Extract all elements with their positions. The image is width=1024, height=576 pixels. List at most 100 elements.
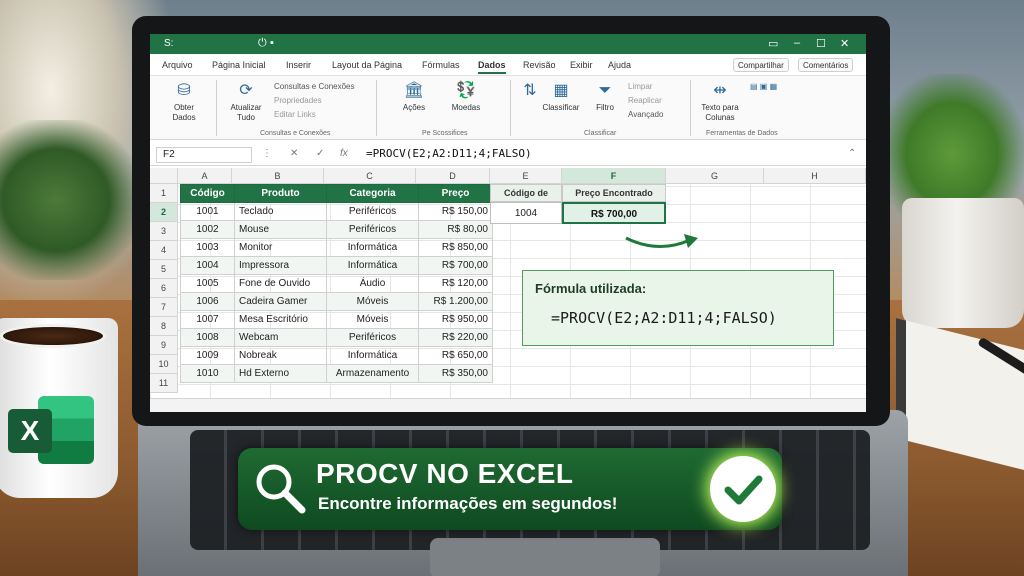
row-header[interactable]: 7 — [150, 298, 178, 317]
cell-preco[interactable]: R$ 850,00 — [418, 238, 493, 257]
cancel-icon[interactable]: ✕ — [290, 148, 298, 159]
expand-icon[interactable]: ⌃ — [848, 148, 856, 159]
tab-pagina-inicial[interactable]: Página Inicial — [212, 60, 266, 70]
cell-categoria[interactable]: Informática — [326, 346, 419, 365]
reaplicar-button[interactable]: Reaplicar — [628, 96, 662, 105]
row-header[interactable]: 1 — [150, 184, 178, 203]
cell-preco[interactable]: R$ 1.200,00 — [418, 292, 493, 311]
header-preco[interactable]: Preço — [418, 184, 493, 203]
cell-categoria[interactable]: Móveis — [326, 310, 419, 329]
row-header[interactable]: 11 — [150, 374, 178, 393]
cell-codigo[interactable]: 1005 — [180, 274, 235, 293]
consultas-button[interactable]: Consultas e Conexões — [274, 82, 355, 91]
cell-categoria[interactable]: Armazenamento — [326, 364, 419, 383]
cell-codigo[interactable]: 1002 — [180, 220, 235, 239]
cell-preco[interactable]: R$ 220,00 — [418, 328, 493, 347]
share-button[interactable]: Compartilhar — [733, 58, 789, 72]
cell-produto[interactable]: Mesa Escritório — [234, 310, 327, 329]
cell-produto[interactable]: Hd Externo — [234, 364, 327, 383]
cell-preco[interactable]: R$ 950,00 — [418, 310, 493, 329]
tab-dados[interactable]: Dados — [478, 60, 506, 74]
tab-arquivo[interactable]: Arquivo — [162, 60, 193, 70]
data-tools-icons[interactable]: ▤ ▣ ▦ — [750, 82, 777, 91]
cell-produto[interactable]: Cadeira Gamer — [234, 292, 327, 311]
filtro-button[interactable]: ⏷ Filtro — [590, 82, 620, 113]
col-header-f[interactable]: F — [562, 168, 666, 184]
sheet-tab-bar[interactable] — [150, 398, 866, 412]
cell-codigo[interactable]: 1007 — [180, 310, 235, 329]
fx-icon[interactable]: fx — [340, 148, 348, 159]
header-codigo[interactable]: Código — [180, 184, 235, 203]
cell-categoria[interactable]: Periféricos — [326, 202, 419, 221]
cell-produto[interactable]: Monitor — [234, 238, 327, 257]
col-header-h[interactable]: H — [764, 168, 866, 184]
cell-codigo[interactable]: 1003 — [180, 238, 235, 257]
row-header[interactable]: 10 — [150, 355, 178, 374]
tab-formulas[interactable]: Fórmulas — [422, 60, 460, 70]
row-header[interactable]: 9 — [150, 336, 178, 355]
row-header[interactable]: 6 — [150, 279, 178, 298]
worksheet-grid[interactable]: A B C D E F G H 1 2 3 4 5 6 7 8 9 10 11 Código Pro… — [150, 168, 866, 412]
close-icon[interactable]: ✕ — [840, 37, 849, 50]
more-icon[interactable]: ⋮ — [262, 148, 272, 159]
result-value-cell[interactable]: R$ 700,00 — [562, 202, 666, 224]
limpar-button[interactable]: Limpar — [628, 82, 652, 91]
cell-produto[interactable]: Mouse — [234, 220, 327, 239]
cell-categoria[interactable]: Informática — [326, 256, 419, 275]
name-box[interactable]: F2 — [156, 147, 252, 163]
col-header-g[interactable]: G — [666, 168, 764, 184]
header-preco-encontrado[interactable]: Preço Encontrado — [562, 184, 666, 202]
cell-categoria[interactable]: Periféricos — [326, 328, 419, 347]
minimize-icon[interactable]: – — [794, 37, 800, 49]
cell-preco[interactable]: R$ 700,00 — [418, 256, 493, 275]
row-header[interactable]: 3 — [150, 222, 178, 241]
classificar-button[interactable]: ▦ Classificar — [536, 82, 586, 113]
col-header-a[interactable]: A — [178, 168, 232, 184]
enter-icon[interactable]: ✓ — [316, 148, 324, 159]
col-header-b[interactable]: B — [232, 168, 324, 184]
cell-categoria[interactable]: Móveis — [326, 292, 419, 311]
cell-preco[interactable]: R$ 650,00 — [418, 346, 493, 365]
cell-categoria[interactable]: Periféricos — [326, 220, 419, 239]
cell-codigo[interactable]: 1008 — [180, 328, 235, 347]
tab-exibir[interactable]: Exibir — [570, 60, 593, 70]
cell-codigo[interactable]: 1004 — [180, 256, 235, 275]
cell-codigo[interactable]: 1009 — [180, 346, 235, 365]
cell-preco[interactable]: R$ 150,00 — [418, 202, 493, 221]
cell-categoria[interactable]: Informática — [326, 238, 419, 257]
acoes-button[interactable]: 🏛 Ações — [394, 82, 434, 113]
row-header[interactable]: 5 — [150, 260, 178, 279]
autosave-icon[interactable]: ⏻ — [258, 37, 267, 50]
save-icon[interactable]: ▪ — [270, 37, 274, 49]
select-all[interactable] — [150, 168, 178, 184]
comments-button[interactable]: Comentários — [798, 58, 854, 72]
tab-layout[interactable]: Layout da Página — [332, 60, 402, 70]
avancado-button[interactable]: Avançado — [628, 110, 663, 119]
cell-produto[interactable]: Webcam — [234, 328, 327, 347]
row-header[interactable]: 4 — [150, 241, 178, 260]
cell-produto[interactable]: Nobreak — [234, 346, 327, 365]
cell-produto[interactable]: Teclado — [234, 202, 327, 221]
search-value-cell[interactable]: 1004 — [490, 202, 562, 224]
moedas-button[interactable]: 💱 Moedas — [446, 82, 486, 113]
cell-preco[interactable]: R$ 120,00 — [418, 274, 493, 293]
header-categoria[interactable]: Categoria — [326, 184, 419, 203]
header-produto[interactable]: Produto — [234, 184, 327, 203]
tab-revisao[interactable]: Revisão — [523, 60, 556, 70]
col-header-d[interactable]: D — [416, 168, 490, 184]
col-header-c[interactable]: C — [324, 168, 416, 184]
cell-codigo[interactable]: 1010 — [180, 364, 235, 383]
propriedades-button[interactable]: Propriedades — [274, 96, 322, 105]
tab-ajuda[interactable]: Ajuda — [608, 60, 631, 70]
cell-produto[interactable]: Fone de Ouvido — [234, 274, 327, 293]
atualizar-tudo-button[interactable]: ⟳ Atualizar Tudo — [226, 82, 266, 123]
row-header[interactable]: 8 — [150, 317, 178, 336]
editar-links-button[interactable]: Editar Links — [274, 110, 316, 119]
header-codigo-busca[interactable]: Código de Busca — [490, 184, 562, 215]
cell-categoria[interactable]: Áudio — [326, 274, 419, 293]
obter-dados-button[interactable]: ⛁ Obter Dados — [166, 82, 202, 123]
row-header[interactable]: 2 — [150, 203, 178, 222]
cell-codigo[interactable]: 1006 — [180, 292, 235, 311]
cell-preco[interactable]: R$ 80,00 — [418, 220, 493, 239]
cell-produto[interactable]: Impressora — [234, 256, 327, 275]
